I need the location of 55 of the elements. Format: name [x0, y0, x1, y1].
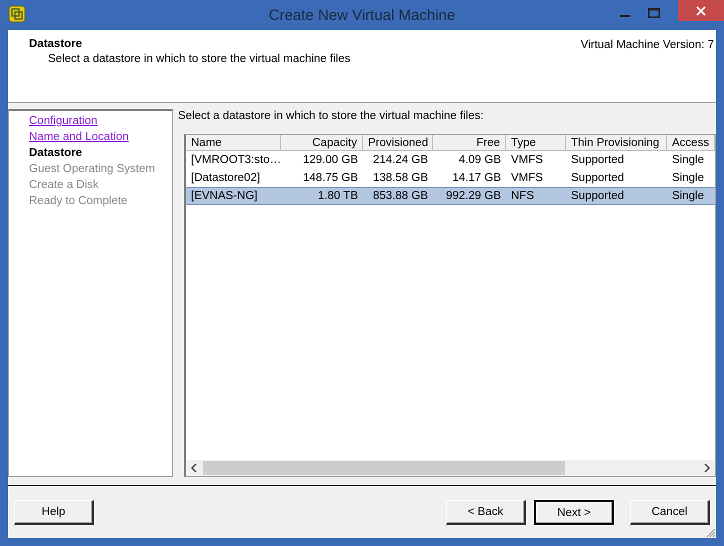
table-cell-text: Single	[671, 189, 705, 204]
column-header[interactable]: Capacity	[281, 135, 363, 151]
window-title: Create New Virtual Machine	[268, 6, 456, 24]
table-cell-text: Supported	[570, 189, 626, 204]
step-item: Datastore	[29, 146, 82, 161]
table-cell-text: Single	[671, 153, 705, 168]
table-cell-text: Single	[671, 171, 705, 186]
column-header[interactable]: Access	[667, 135, 715, 151]
step-item[interactable]: Configuration	[29, 113, 98, 129]
scroll-right-icon[interactable]	[703, 463, 711, 473]
resize-grip-icon[interactable]	[706, 528, 716, 538]
table-cell-text: 148.75 GB	[302, 171, 359, 186]
table-cell-text: 1.80 TB	[316, 189, 359, 204]
column-header[interactable]: Thin Provisioning	[566, 135, 667, 151]
scrollbar-thumb[interactable]	[203, 461, 565, 475]
page-title: Datastore	[29, 38, 84, 50]
scroll-left-icon[interactable]	[190, 463, 198, 473]
cancel-button[interactable]: Cancel	[630, 500, 710, 525]
next-button[interactable]: Next >	[534, 500, 614, 525]
step-item: Guest Operating System	[29, 162, 155, 177]
step-item: Create a Disk	[29, 178, 99, 193]
back-button[interactable]: < Back	[446, 500, 526, 525]
step-item[interactable]: Name and Location	[29, 129, 129, 145]
table-cell-text: 138.58 GB	[372, 171, 429, 186]
column-header[interactable]: Provisioned	[363, 135, 433, 151]
table-cell-text: NFS	[510, 189, 535, 204]
close-button[interactable]	[678, 0, 724, 21]
table-cell-text: [VMROOT3:sto…	[190, 153, 281, 168]
column-header[interactable]: Name	[186, 135, 281, 151]
version-label: Virtual Machine Version: 7	[580, 39, 714, 53]
table-row[interactable]: [VMROOT3:sto… 129.00 GB 214.24 GB 4.09 GB VMFS Supported Single	[186, 151, 715, 169]
maximize-icon[interactable]	[648, 8, 660, 18]
horizontal-scrollbar[interactable]	[186, 460, 715, 476]
step-item: Ready to Complete	[29, 194, 128, 209]
close-icon[interactable]	[696, 6, 706, 16]
table-cell-text: 4.09 GB	[458, 153, 502, 168]
column-header[interactable]: Free	[433, 135, 506, 151]
table-cell-text: [Datastore02]	[190, 171, 262, 186]
app-icon	[8, 5, 26, 23]
table-cell-text: [EVNAS-NG]	[190, 189, 258, 204]
table-row[interactable]: [EVNAS-NG] 1.80 TB 853.88 GB 992.29 GB NFS Supported Single	[186, 187, 715, 205]
column-header[interactable]: Type	[506, 135, 566, 151]
table-cell-text: 992.29 GB	[445, 189, 502, 204]
instruction-text: Select a datastore in which to store the virtual machine files:	[177, 109, 485, 124]
table-cell-text: Supported	[570, 171, 626, 186]
table-cell-text: Supported	[570, 153, 626, 168]
table-cell-text: VMFS	[510, 153, 544, 168]
page-subtitle: Select a datastore in which to store the virtual machine files	[48, 53, 350, 65]
table-cell-text: 214.24 GB	[372, 153, 429, 168]
table-cell-text: 129.00 GB	[302, 153, 359, 168]
table-row[interactable]: [Datastore02] 148.75 GB 138.58 GB 14.17 GB VMFS Supported Single	[186, 169, 715, 187]
table-cell-text: 853.88 GB	[372, 189, 429, 204]
help-button[interactable]: Help	[14, 500, 94, 525]
table-cell-text: 14.17 GB	[451, 171, 502, 186]
table-cell-text: VMFS	[510, 171, 544, 186]
